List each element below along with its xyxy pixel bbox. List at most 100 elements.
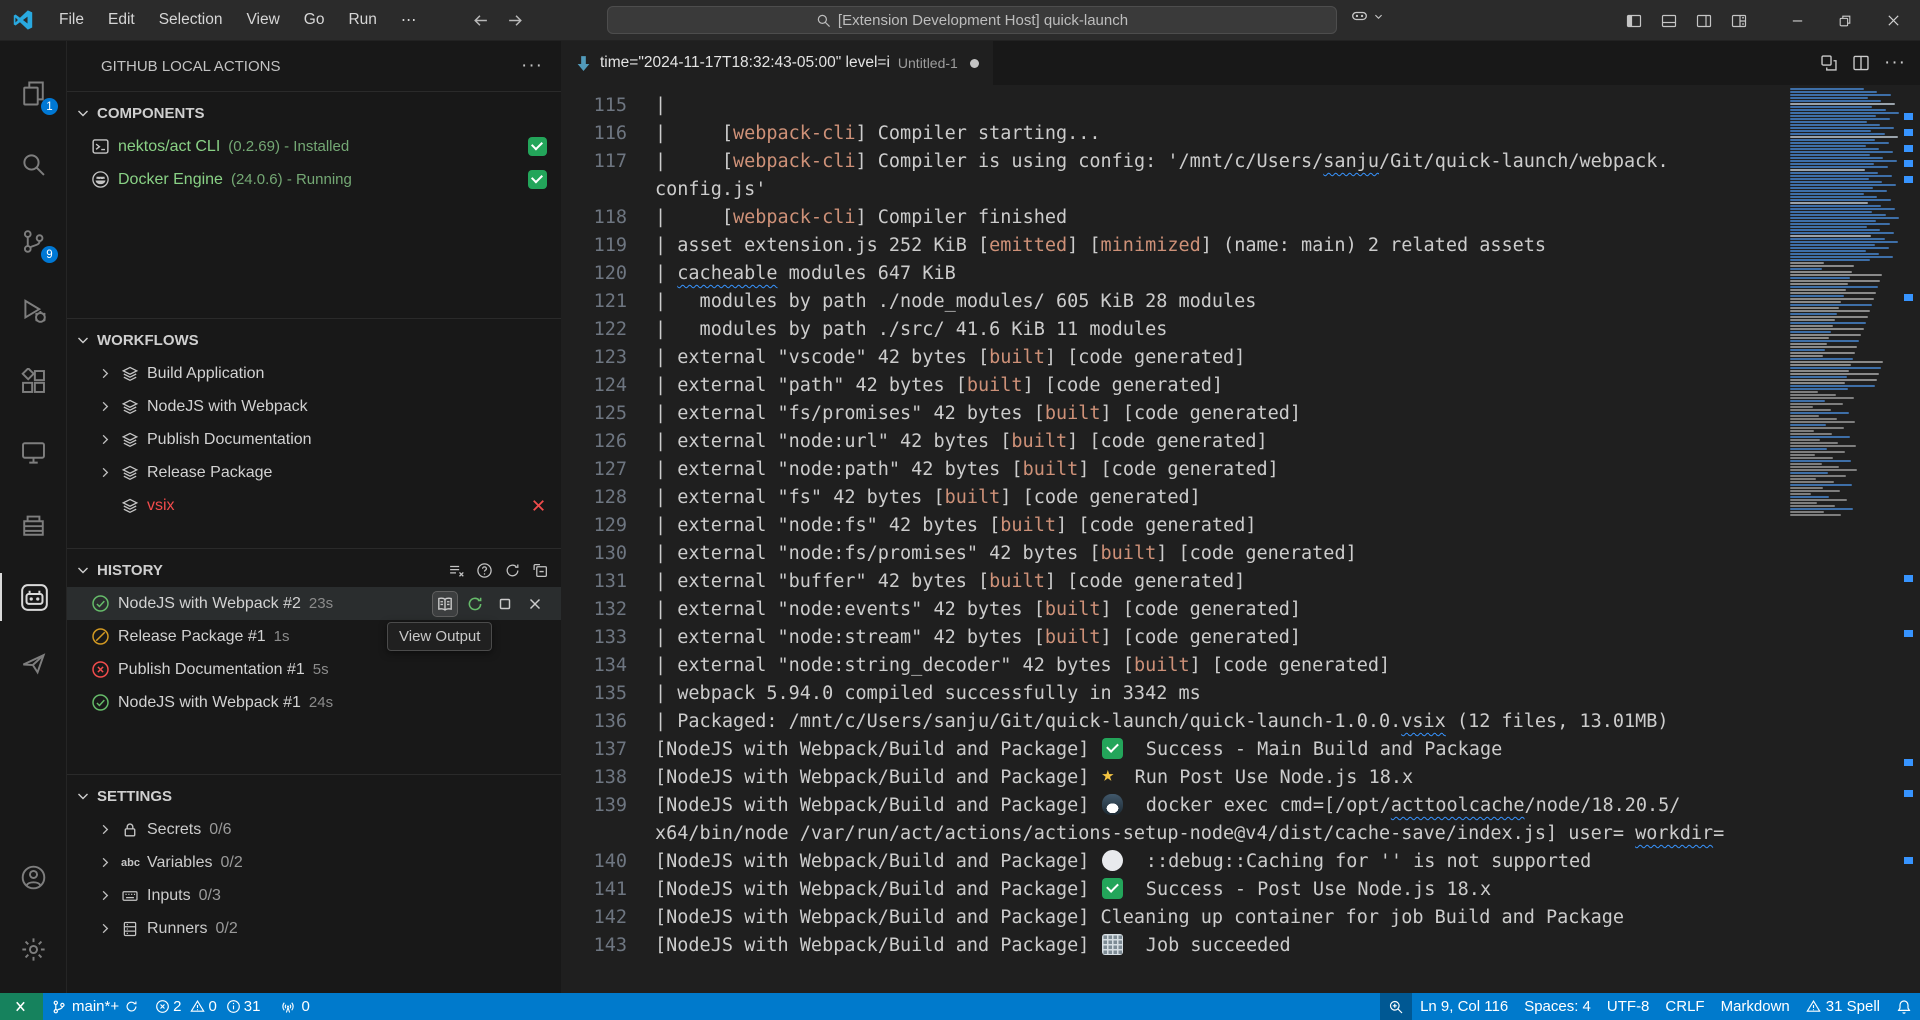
remote-indicator[interactable] (0, 993, 43, 1020)
toggle-panel-icon[interactable] (1651, 0, 1686, 41)
editor-line[interactable]: 142[NodeJS with Webpack/Build and Packag… (561, 904, 1790, 932)
language-mode-status[interactable]: Markdown (1713, 993, 1798, 1020)
editor-line[interactable]: 118| [webpack-cli] Compiler finished (561, 204, 1790, 232)
settings-header[interactable]: SETTINGS (67, 779, 561, 813)
editor-line[interactable]: 120| cacheable modules 647 KiB (561, 260, 1790, 288)
notifications-status[interactable] (1888, 993, 1920, 1020)
editor-line[interactable]: 139[NodeJS with Webpack/Build and Packag… (561, 792, 1790, 820)
activitybar-settings[interactable] (0, 925, 67, 973)
editor-line[interactable]: 127| external "node:path" 42 bytes [buil… (561, 456, 1790, 484)
editor-line[interactable]: 126| external "node:url" 42 bytes [built… (561, 428, 1790, 456)
activitybar-run-debug[interactable] (0, 286, 67, 334)
editor-line[interactable]: 130| external "node:fs/promises" 42 byte… (561, 540, 1790, 568)
command-center[interactable]: [Extension Development Host] quick-launc… (607, 6, 1337, 34)
git-branch-status[interactable]: main*+ (43, 993, 147, 1020)
editor-line[interactable]: 115| (561, 92, 1790, 120)
editor-line[interactable]: x64/bin/node /var/run/act/actions/action… (561, 820, 1790, 848)
activitybar-remote-explorer[interactable] (0, 428, 67, 476)
editor-lines[interactable]: 115|116| [webpack-cli] Compiler starting… (561, 92, 1790, 960)
split-editor-icon[interactable] (1852, 54, 1870, 72)
activitybar-github-local-actions[interactable] (0, 573, 67, 621)
editor[interactable]: 115|116| [webpack-cli] Compiler starting… (561, 85, 1920, 993)
menu-view[interactable]: View (235, 7, 290, 33)
spell-checker-status[interactable]: 31 Spell (1798, 993, 1888, 1020)
indentation-status[interactable]: Spaces: 4 (1516, 993, 1599, 1020)
editor-line[interactable]: 121| modules by path ./node_modules/ 605… (561, 288, 1790, 316)
activitybar-search[interactable] (0, 140, 67, 188)
dismiss-icon[interactable] (523, 592, 547, 616)
workflow-row-vsix[interactable]: vsix (67, 489, 561, 522)
editor-line[interactable]: 136| Packaged: /mnt/c/Users/sanju/Git/qu… (561, 708, 1790, 736)
settings-row-secrets[interactable]: Secrets 0/6 (67, 813, 561, 846)
copilot-menu[interactable] (1350, 8, 1384, 25)
customize-layout-icon[interactable] (1721, 0, 1756, 41)
menu-edit[interactable]: Edit (97, 7, 146, 33)
open-changes-icon[interactable] (1820, 54, 1838, 72)
toggle-primary-sidebar-icon[interactable] (1616, 0, 1651, 41)
editor-line[interactable]: 132| external "node:events" 42 bytes [bu… (561, 596, 1790, 624)
view-output-icon[interactable] (433, 592, 457, 616)
workflow-row-nodejs-with-webpack[interactable]: NodeJS with Webpack (67, 390, 561, 423)
editor-line[interactable]: 131| external "buffer" 42 bytes [built] … (561, 568, 1790, 596)
minimap[interactable] (1790, 88, 1895, 993)
workflow-row-release-package[interactable]: Release Package (67, 456, 561, 489)
refresh-icon[interactable] (502, 560, 523, 581)
problems-status[interactable]: 2 0 31 (147, 993, 272, 1020)
editor-line[interactable]: 141[NodeJS with Webpack/Build and Packag… (561, 876, 1790, 904)
editor-line[interactable]: 133| external "node:stream" 42 bytes [bu… (561, 624, 1790, 652)
menu-selection[interactable]: Selection (148, 7, 234, 33)
component-row-act-cli[interactable]: nektos/act CLI (0.2.69) - Installed (67, 130, 561, 163)
encoding-status[interactable]: UTF-8 (1599, 993, 1658, 1020)
settings-row-runners[interactable]: Runners 0/2 (67, 912, 561, 945)
editor-line[interactable]: 116| [webpack-cli] Compiler starting... (561, 120, 1790, 148)
overview-ruler[interactable] (1895, 85, 1920, 993)
history-row-nodejs-webpack-2[interactable]: NodeJS with Webpack #2 23s (67, 587, 561, 620)
back-arrow-icon[interactable] (463, 9, 498, 32)
collapse-all-icon[interactable] (530, 560, 551, 581)
forward-arrow-icon[interactable] (498, 9, 533, 32)
editor-line[interactable]: 143[NodeJS with Webpack/Build and Packag… (561, 932, 1790, 960)
workflow-row-build-application[interactable]: Build Application (67, 357, 561, 390)
sidebar-more-actions-icon[interactable]: ··· (521, 55, 543, 77)
editor-line[interactable]: 135| webpack 5.94.0 compiled successfull… (561, 680, 1790, 708)
activitybar-containers[interactable] (0, 501, 67, 549)
cursor-position-status[interactable]: Ln 9, Col 116 (1412, 993, 1516, 1020)
menu-file[interactable]: File (48, 7, 95, 33)
history-row-publish-documentation-1[interactable]: Publish Documentation #1 5s (67, 653, 561, 686)
editor-line[interactable]: 125| external "fs/promises" 42 bytes [bu… (561, 400, 1790, 428)
workflow-row-publish-documentation[interactable]: Publish Documentation (67, 423, 561, 456)
menu-more-icon[interactable]: ⋯ (390, 7, 428, 34)
menu-run[interactable]: Run (337, 7, 387, 33)
stop-icon[interactable] (493, 592, 517, 616)
menu-go[interactable]: Go (293, 7, 336, 33)
activitybar-extensions[interactable] (0, 357, 67, 405)
zoom-status[interactable] (1380, 993, 1412, 1020)
workflows-header[interactable]: WORKFLOWS (67, 323, 561, 357)
components-header[interactable]: COMPONENTS (67, 96, 561, 130)
editor-line[interactable]: 140[NodeJS with Webpack/Build and Packag… (561, 848, 1790, 876)
rerun-icon[interactable] (463, 592, 487, 616)
editor-line[interactable]: 129| external "node:fs" 42 bytes [built]… (561, 512, 1790, 540)
history-header[interactable]: HISTORY (67, 553, 561, 587)
tab-untitled-1[interactable]: time="2024-11-17T18:32:43-05:00" level=i… (561, 41, 993, 85)
clear-history-icon[interactable] (446, 560, 467, 581)
close-window-button[interactable] (1870, 0, 1916, 41)
toggle-secondary-sidebar-icon[interactable] (1686, 0, 1721, 41)
restore-button[interactable] (1822, 0, 1868, 41)
activitybar-explorer[interactable]: 1 (0, 69, 67, 117)
minimize-button[interactable] (1774, 0, 1820, 41)
editor-line[interactable]: 122| modules by path ./src/ 41.6 KiB 11 … (561, 316, 1790, 344)
help-icon[interactable] (474, 560, 495, 581)
editor-line[interactable]: 137[NodeJS with Webpack/Build and Packag… (561, 736, 1790, 764)
modified-indicator[interactable] (970, 59, 979, 68)
editor-line[interactable]: 124| external "path" 42 bytes [built] [c… (561, 372, 1790, 400)
editor-line[interactable]: 128| external "fs" 42 bytes [built] [cod… (561, 484, 1790, 512)
settings-row-variables[interactable]: abc Variables 0/2 (67, 846, 561, 879)
editor-line[interactable]: 138[NodeJS with Webpack/Build and Packag… (561, 764, 1790, 792)
ports-status[interactable]: 0 (272, 993, 317, 1020)
editor-line[interactable]: 123| external "vscode" 42 bytes [built] … (561, 344, 1790, 372)
editor-line[interactable]: 117| [webpack-cli] Compiler is using con… (561, 148, 1790, 176)
component-row-docker[interactable]: Docker Engine (24.0.6) - Running (67, 163, 561, 196)
editor-line[interactable]: 119| asset extension.js 252 KiB [emitted… (561, 232, 1790, 260)
activitybar-accounts[interactable] (0, 853, 67, 901)
